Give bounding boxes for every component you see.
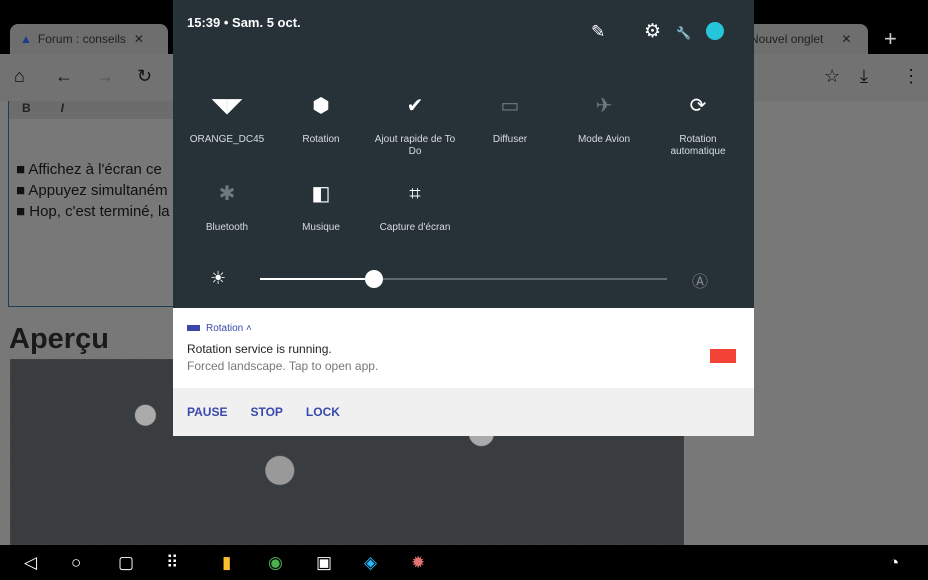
brightness-knob[interactable] xyxy=(364,270,383,288)
tile-airplane[interactable]: ✈ Mode Avion xyxy=(557,95,651,146)
tile-todo[interactable]: ✔ Ajout rapide de To Do xyxy=(368,95,462,158)
edit-icon[interactable]: ✎ xyxy=(591,22,605,42)
auto-rotate-icon: ⟳ xyxy=(689,95,707,117)
wrench-icon: 🔧 xyxy=(676,26,691,40)
tab-forum[interactable]: ▲ Forum : conseils ✕ xyxy=(10,24,168,54)
settings-app-icon[interactable]: ✹ xyxy=(411,553,425,573)
app-drawer-icon[interactable]: ⠿ xyxy=(166,553,178,573)
chrome-app-icon[interactable]: ◉ xyxy=(268,553,283,573)
brightness-fill xyxy=(260,278,374,280)
brightness-low-icon: ☀ xyxy=(210,268,227,288)
forward-icon[interactable]: → xyxy=(96,66,114,87)
recents-icon[interactable]: ▢ xyxy=(118,553,134,573)
home-icon[interactable]: ⌂ xyxy=(14,66,25,87)
tab-new[interactable]: Nouvel onglet ✕ xyxy=(740,24,868,54)
status-icon[interactable]: ◔ xyxy=(889,553,899,573)
tile-wifi[interactable]: ◥◤ ORANGE_DC45 xyxy=(180,95,274,146)
bluetooth-icon: ✱ xyxy=(218,183,236,205)
keep-app-icon[interactable]: ▮ xyxy=(222,553,231,573)
notification-title: Rotation service is running. xyxy=(187,342,332,356)
rotation-app-icon[interactable]: ◈ xyxy=(364,553,377,573)
crop-icon: ⌗ xyxy=(409,183,421,205)
list-item: ■ Hop, c'est terminé, la xyxy=(16,203,170,220)
tile-music[interactable]: ◧ Musique xyxy=(274,183,368,234)
tile-bluetooth[interactable]: ✱ Bluetooth xyxy=(180,183,274,234)
tile-screenshot[interactable]: ⌗ Capture d'écran xyxy=(368,183,462,234)
wifi-icon: ◥◤ xyxy=(211,95,243,117)
pause-button[interactable]: PAUSE xyxy=(187,405,227,419)
back-icon[interactable]: ← xyxy=(55,66,73,87)
site-icon: ▲ xyxy=(20,32,32,46)
new-tab-button[interactable]: + xyxy=(884,26,897,52)
app-icon xyxy=(187,325,200,331)
preview-heading: Aperçu xyxy=(9,323,109,355)
cast-icon: ▭ xyxy=(500,95,520,117)
tile-rotation[interactable]: ⬢ Rotation xyxy=(274,95,368,146)
screen-app-icon[interactable]: ▣ xyxy=(316,553,332,573)
notification-actions: PAUSE STOP LOCK xyxy=(173,388,754,436)
tile-cast[interactable]: ▭ Diffuser xyxy=(463,95,557,146)
brightness-slider[interactable] xyxy=(260,270,667,288)
settings-gear-icon[interactable]: ⚙ xyxy=(644,20,661,43)
rotation-icon: ⬢ xyxy=(312,95,330,117)
navigation-bar: ◁ ○ ▢ ⠿ ▮ ◉ ▣ ◈ ✹ ◔ xyxy=(0,545,928,580)
home-nav-icon[interactable]: ○ xyxy=(71,553,81,573)
notification-color-swatch xyxy=(710,349,736,363)
lock-button[interactable]: LOCK xyxy=(306,405,340,419)
stop-button[interactable]: STOP xyxy=(250,405,282,419)
reload-icon[interactable]: ↻ xyxy=(137,66,152,87)
rotation-notification[interactable]: Rotation ˄ Rotation service is running. … xyxy=(173,308,754,388)
download-icon[interactable]: ⤓ xyxy=(860,66,868,87)
clock: 15:39 • Sam. 5 oct. xyxy=(187,15,301,30)
close-tab-icon[interactable]: ✕ xyxy=(134,32,144,46)
airplane-icon: ✈ xyxy=(595,95,613,117)
dolby-icon: ◧ xyxy=(311,183,331,205)
auto-brightness-icon[interactable]: Ⓐ xyxy=(692,268,708,292)
menu-icon[interactable]: ⋮ xyxy=(902,66,920,87)
notification-text: Forced landscape. Tap to open app. xyxy=(187,359,379,373)
quick-settings-panel: 15:39 • Sam. 5 oct. ✎ ⚙ 🔧 ◥◤ ORANGE_DC45 … xyxy=(173,0,754,308)
tile-auto-rotate[interactable]: ⟳ Rotation automatique xyxy=(651,95,745,158)
list-item: ■ Appuyez simultaném xyxy=(16,182,168,199)
back-nav-icon[interactable]: ◁ xyxy=(24,553,37,573)
user-avatar-icon[interactable] xyxy=(706,22,724,40)
close-tab-icon[interactable]: ✕ xyxy=(841,32,851,46)
notification-header: Rotation ˄ xyxy=(187,323,252,334)
list-item: ■ Affichez à l'écran ce xyxy=(16,161,162,178)
check-icon: ✔ xyxy=(406,95,424,117)
bookmark-star-icon[interactable]: ☆ xyxy=(824,66,840,87)
